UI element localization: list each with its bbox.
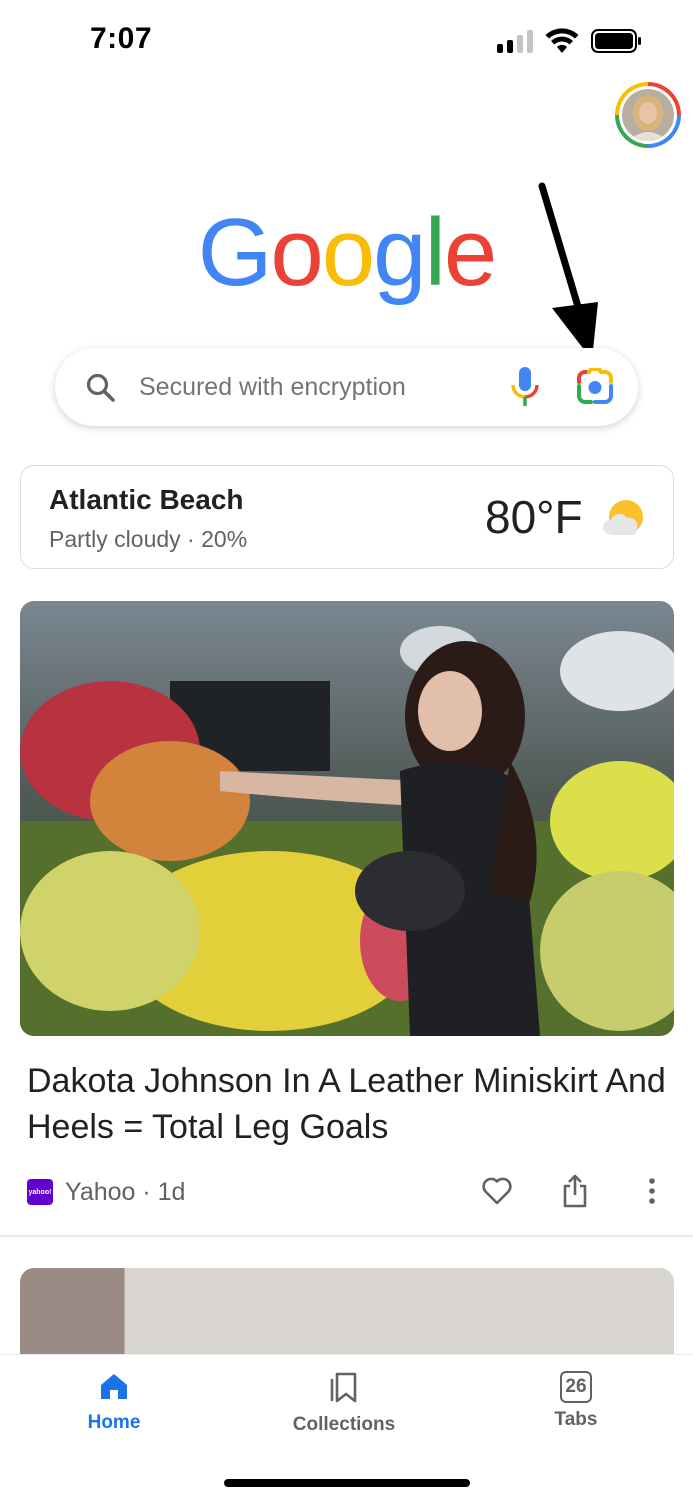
account-avatar-button[interactable] [615, 82, 681, 148]
search-input[interactable] [139, 348, 469, 426]
feed-divider [0, 1235, 693, 1237]
weather-location: Atlantic Beach [49, 484, 244, 515]
status-time: 7:07 [90, 22, 153, 55]
article-source-time: Yahoo · 1d [65, 1177, 186, 1206]
annotation-arrow-icon [538, 182, 598, 360]
google-logo-letter: o [270, 199, 323, 306]
heart-icon[interactable] [482, 1177, 512, 1205]
partly-cloudy-icon [603, 500, 643, 535]
search-bar[interactable] [55, 348, 638, 426]
weather-card[interactable]: Atlantic Beach Partly cloudy · 20% 80°F [20, 465, 674, 569]
status-icons [497, 28, 643, 54]
battery-icon [591, 29, 641, 53]
google-logo-letter: g [373, 199, 426, 306]
google-logo-letter: l [424, 199, 446, 306]
weather-temperature: 80°F [485, 491, 583, 543]
nav-home-label: Home [87, 1412, 141, 1433]
nav-home[interactable]: Home [34, 1371, 194, 1434]
article-source: yahoo! Yahoo · 1d [27, 1172, 185, 1212]
google-lens-icon[interactable] [575, 368, 615, 406]
avatar [622, 89, 674, 141]
nav-tabs-label: Tabs [554, 1409, 598, 1430]
tabs-icon: 26 [560, 1371, 592, 1403]
search-icon [86, 373, 115, 402]
home-indicator [224, 1479, 470, 1487]
nav-collections[interactable]: Collections [264, 1371, 424, 1436]
wifi-icon [545, 28, 579, 53]
nav-tabs[interactable]: 26 Tabs [496, 1371, 656, 1431]
bookmark-icon [330, 1372, 357, 1403]
share-icon[interactable] [562, 1174, 588, 1208]
google-logo-letter: o [321, 199, 375, 306]
weather-condition: Partly cloudy · 20% [49, 526, 248, 552]
article-image[interactable] [20, 601, 674, 1036]
google-logo-text: Google [197, 199, 498, 306]
more-options-icon[interactable] [641, 1177, 663, 1205]
google-logo-letter: e [443, 199, 497, 306]
home-icon [101, 1374, 127, 1399]
yahoo-logo-icon: yahoo! [27, 1179, 53, 1205]
cellular-signal-icon [497, 29, 533, 53]
nav-collections-label: Collections [292, 1414, 396, 1435]
google-logo-letter: G [197, 199, 273, 306]
microphone-icon[interactable] [510, 366, 540, 408]
next-article-image[interactable] [20, 1268, 674, 1358]
article-title[interactable]: Dakota Johnson In A Leather Miniskirt An… [27, 1058, 672, 1150]
